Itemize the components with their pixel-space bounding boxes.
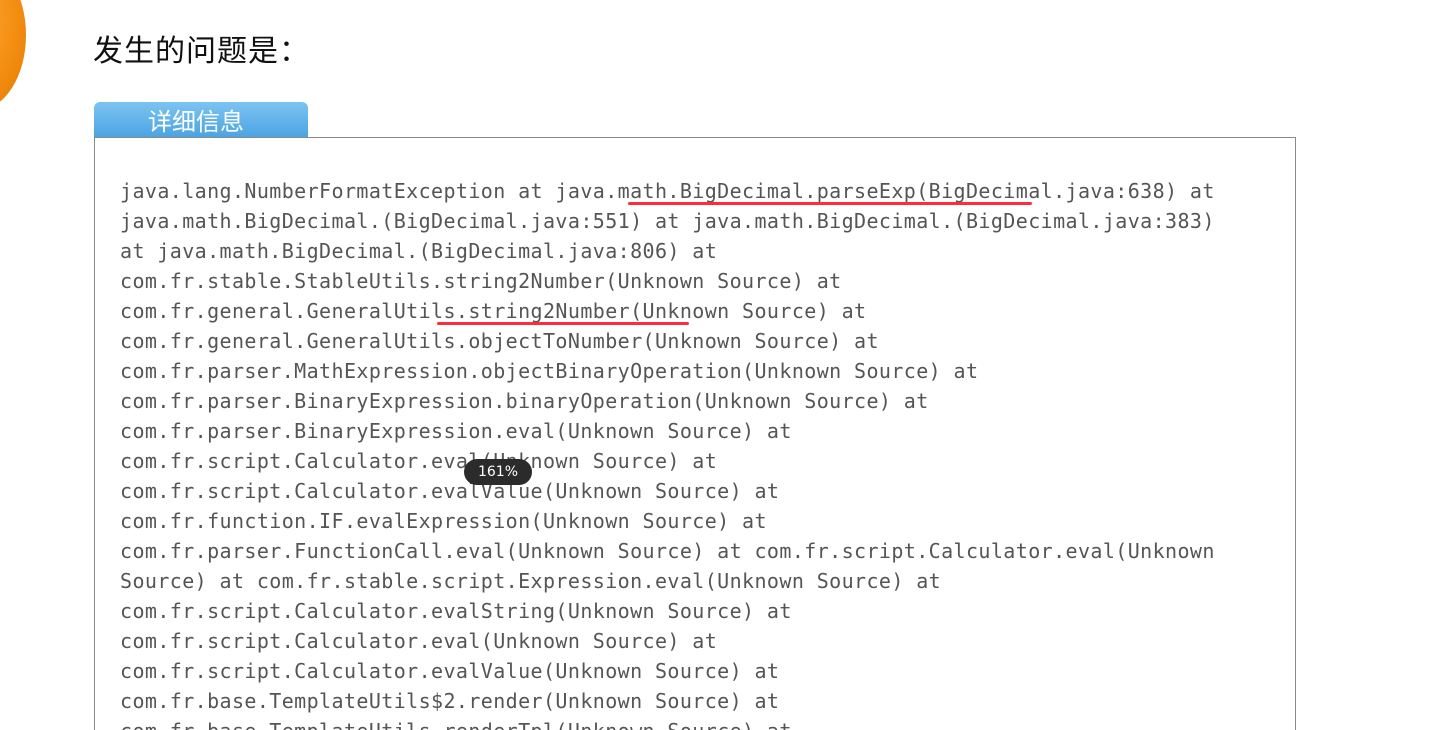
details-panel: java.lang.NumberFormatException at java.… [94,137,1296,730]
page-title: 发生的问题是： [93,34,310,69]
stack-trace-line: com.fr.script.Calculator.evalValue(Unkno… [120,479,780,503]
stack-trace-line: com.fr.parser.FunctionCall.eval(Unknown … [120,539,1215,563]
tab-details[interactable]: 详细信息 [94,102,308,138]
stack-trace-line: com.fr.function.IF.evalExpression(Unknow… [120,509,767,533]
zoom-indicator: 161% [464,459,532,485]
stack-trace-line: com.fr.parser.MathExpression.objectBinar… [120,359,979,383]
stack-trace-line: Source) at com.fr.stable.script.Expressi… [120,569,942,593]
stack-trace-line: com.fr.base.TemplateUtils$2.render(Unkno… [120,689,780,713]
stack-trace-line: java.math.BigDecimal.(BigDecimal.java:55… [120,209,1215,233]
stack-trace-line: com.fr.general.GeneralUtils.string2Numbe… [120,299,867,323]
stack-trace-line: com.fr.script.Calculator.evalString(Unkn… [120,599,792,623]
stack-trace-line: com.fr.script.Calculator.evalValue(Unkno… [120,659,780,683]
stack-trace: java.lang.NumberFormatException at java.… [120,176,1280,730]
orange-logo-fragment [0,0,26,110]
annotation-underline-parseexp [628,202,1032,205]
stack-trace-line: com.fr.parser.BinaryExpression.binaryOpe… [120,389,929,413]
stack-trace-line: com.fr.stable.StableUtils.string2Number(… [120,269,842,293]
stack-trace-line: com.fr.general.GeneralUtils.objectToNumb… [120,329,879,353]
stack-trace-line: com.fr.script.Calculator.eval(Unknown So… [120,629,718,653]
stack-trace-line: com.fr.script.Calculator.eval(Unknown So… [120,449,718,473]
annotation-underline-string2number [437,322,689,325]
stack-trace-line: com.fr.parser.BinaryExpression.eval(Unkn… [120,419,792,443]
stack-trace-line: at java.math.BigDecimal.(BigDecimal.java… [120,239,718,263]
stack-trace-line: com.fr.base.TemplateUtils.renderTpl(Unkn… [120,716,1280,730]
